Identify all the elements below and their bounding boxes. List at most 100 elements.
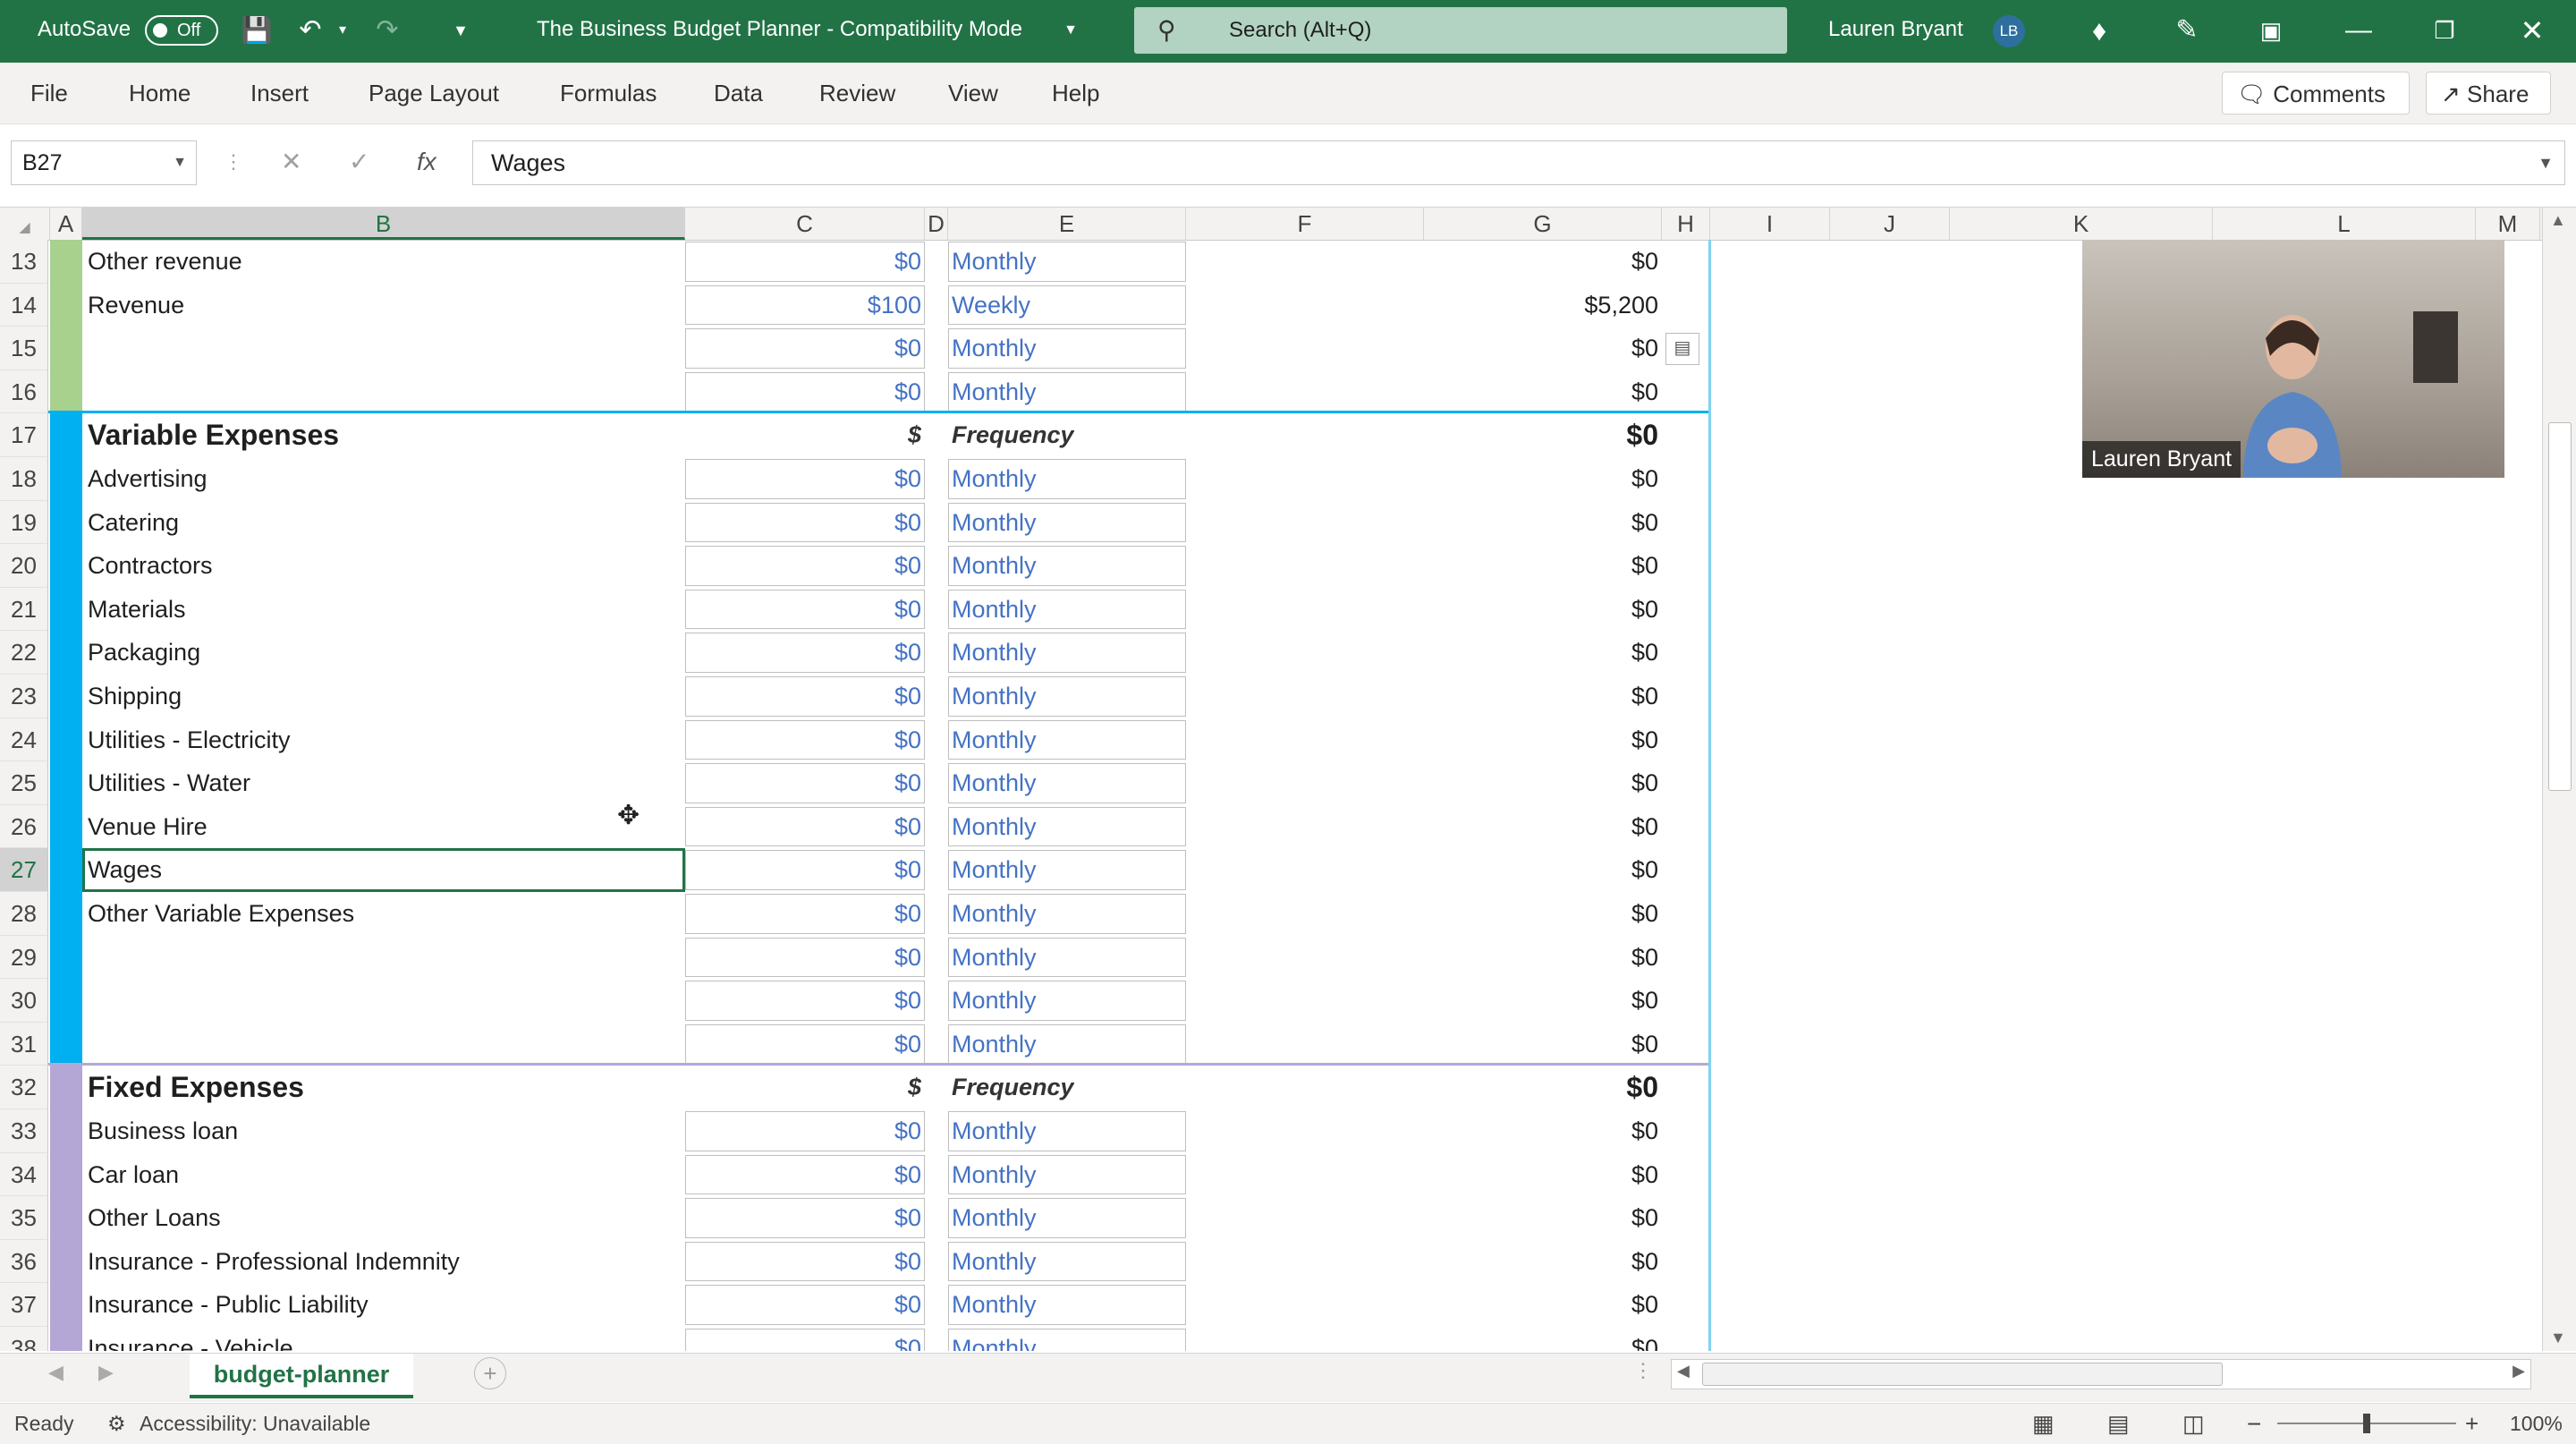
amount-cell[interactable]: $0 <box>687 1109 921 1153</box>
frequency-cell[interactable]: Monthly <box>952 1327 1037 1351</box>
cancel-entry-icon[interactable]: ✕ <box>281 140 301 185</box>
amount-cell[interactable]: $0 <box>687 544 921 588</box>
video-overlay[interactable]: Lauren Bryant <box>2082 240 2504 478</box>
avatar[interactable]: LB <box>1993 15 2025 47</box>
frequency-cell[interactable]: Weekly <box>952 284 1030 327</box>
item-label[interactable]: Car loan <box>88 1153 179 1196</box>
frequency-cell[interactable]: Monthly <box>952 936 1037 979</box>
row-header[interactable]: 29 <box>0 936 48 979</box>
amount-cell[interactable]: $ <box>687 413 921 457</box>
amount-cell[interactable]: $0 <box>687 1196 921 1240</box>
item-label[interactable]: Venue Hire <box>88 805 208 848</box>
amount-cell[interactable]: $0 <box>687 1283 921 1327</box>
pen-icon[interactable]: ✎ <box>2165 0 2209 63</box>
column-header-d[interactable]: D <box>925 208 948 240</box>
horizontal-scroll-thumb[interactable] <box>1702 1363 2223 1386</box>
item-label[interactable]: Utilities - Water <box>88 761 250 805</box>
zoom-slider[interactable] <box>2277 1414 2456 1433</box>
autosave-toggle[interactable]: Off <box>145 15 218 46</box>
tab-formulas[interactable]: Formulas <box>560 63 657 123</box>
amount-cell[interactable]: $0 <box>687 718 921 761</box>
select-all-corner[interactable]: ◢ <box>0 208 50 240</box>
frequency-cell[interactable]: Monthly <box>952 675 1037 718</box>
column-header-b[interactable]: B <box>82 208 685 240</box>
add-sheet-icon[interactable]: + <box>474 1357 506 1389</box>
amount-cell[interactable]: $0 <box>687 327 921 370</box>
row-header[interactable]: 37 <box>0 1283 48 1327</box>
row-header[interactable]: 33 <box>0 1109 48 1153</box>
scroll-left-icon[interactable]: ◀ <box>1677 1362 1690 1380</box>
amount-cell[interactable]: $0 <box>687 1153 921 1196</box>
item-label[interactable]: Packaging <box>88 631 200 675</box>
row-header[interactable]: 38 <box>0 1327 48 1351</box>
user-name[interactable]: Lauren Bryant <box>1828 0 1963 63</box>
zoom-level[interactable]: 100% <box>2510 1404 2563 1444</box>
row-header[interactable]: 14 <box>0 284 48 327</box>
frequency-cell[interactable]: Monthly <box>952 240 1037 284</box>
item-label[interactable]: Utilities - Electricity <box>88 718 291 761</box>
amount-cell[interactable]: $0 <box>687 631 921 675</box>
tab-help[interactable]: Help <box>1052 63 1099 123</box>
row-header[interactable]: 13 <box>0 240 48 284</box>
frequency-cell[interactable]: Monthly <box>952 544 1037 588</box>
column-header-l[interactable]: L <box>2213 208 2476 240</box>
item-label[interactable]: Advertising <box>88 457 208 501</box>
frequency-cell[interactable]: Monthly <box>952 1023 1037 1066</box>
scroll-right-icon[interactable]: ▶ <box>2512 1362 2525 1380</box>
row-header[interactable]: 34 <box>0 1153 48 1196</box>
vertical-scroll-thumb[interactable] <box>2548 422 2572 791</box>
zoom-slider-thumb[interactable] <box>2363 1414 2370 1433</box>
frequency-cell[interactable]: Monthly <box>952 1240 1037 1283</box>
minimize-icon[interactable]: — <box>2336 0 2381 63</box>
amount-cell[interactable]: $0 <box>687 805 921 848</box>
amount-cell[interactable]: $0 <box>687 761 921 805</box>
tab-split-handle-icon[interactable]: ⋮ <box>1633 1359 1653 1382</box>
frequency-cell[interactable]: Monthly <box>952 718 1037 761</box>
item-label[interactable]: Materials <box>88 588 186 631</box>
row-header[interactable]: 16 <box>0 370 48 413</box>
row-header[interactable]: 27 <box>0 848 48 892</box>
item-label[interactable]: Other revenue <box>88 240 242 284</box>
tab-insert[interactable]: Insert <box>250 63 309 123</box>
frequency-cell[interactable]: Monthly <box>952 631 1037 675</box>
frequency-cell[interactable]: Monthly <box>952 892 1037 936</box>
column-header-j[interactable]: J <box>1830 208 1950 240</box>
amount-cell[interactable]: $0 <box>687 1240 921 1283</box>
row-header[interactable]: 36 <box>0 1240 48 1283</box>
tab-home[interactable]: Home <box>129 63 191 123</box>
frequency-cell[interactable]: Monthly <box>952 501 1037 544</box>
save-icon[interactable]: 💾 <box>234 0 279 63</box>
tab-file[interactable]: File <box>30 63 68 123</box>
row-header[interactable]: 31 <box>0 1023 48 1066</box>
frequency-cell[interactable]: Monthly <box>952 1283 1037 1327</box>
row-header[interactable]: 26 <box>0 805 48 848</box>
amount-cell[interactable]: $0 <box>687 1327 921 1351</box>
zoom-in-icon[interactable]: + <box>2465 1404 2479 1444</box>
item-label[interactable]: Shipping <box>88 675 182 718</box>
confirm-entry-icon[interactable]: ✓ <box>349 140 369 185</box>
column-header-g[interactable]: G <box>1424 208 1662 240</box>
item-label[interactable]: Insurance - Professional Indemnity <box>88 1240 460 1283</box>
share-button[interactable]: ↗ Share <box>2426 72 2551 115</box>
name-box-dropdown-icon[interactable]: ▼ <box>173 141 187 184</box>
row-header[interactable]: 15 <box>0 327 48 370</box>
frequency-cell[interactable]: Monthly <box>952 979 1037 1023</box>
row-header[interactable]: 30 <box>0 979 48 1023</box>
formula-input[interactable]: Wages ▼ <box>472 140 2565 185</box>
name-box[interactable]: B27 ▼ <box>11 140 197 185</box>
column-header-k[interactable]: K <box>1950 208 2213 240</box>
insert-function-icon[interactable]: fx <box>417 140 436 185</box>
item-label[interactable]: Insurance - Public Liability <box>88 1283 369 1327</box>
row-header[interactable]: 25 <box>0 761 48 805</box>
amount-cell[interactable]: $ <box>687 1066 921 1109</box>
zoom-out-icon[interactable]: − <box>2247 1404 2261 1444</box>
row-header[interactable]: 35 <box>0 1196 48 1240</box>
amount-cell[interactable]: $0 <box>687 240 921 284</box>
frequency-cell[interactable]: Frequency <box>952 413 1074 457</box>
vertical-scrollbar[interactable]: ▲ ▼ <box>2542 208 2576 1351</box>
frequency-cell[interactable]: Monthly <box>952 1196 1037 1240</box>
document-title[interactable]: The Business Budget Planner - Compatibil… <box>537 0 1022 63</box>
row-header[interactable]: 23 <box>0 675 48 718</box>
diamond-icon[interactable]: ♦ <box>2077 0 2122 63</box>
amount-cell[interactable]: $0 <box>687 675 921 718</box>
